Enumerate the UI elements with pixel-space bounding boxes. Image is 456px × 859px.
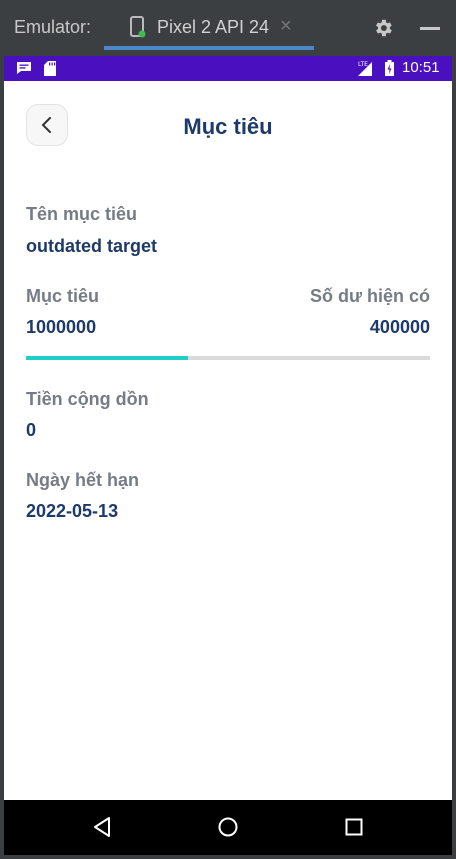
progress-fill — [26, 356, 188, 360]
nav-recent-icon[interactable] — [345, 818, 363, 836]
active-tab-indicator — [104, 46, 314, 50]
battery-charging-icon — [385, 60, 394, 76]
status-time: 10:51 — [402, 59, 440, 76]
emulator-device-tab[interactable]: Pixel 2 API 24 × — [104, 6, 314, 50]
target-amount-label: Mục tiêu — [26, 286, 100, 306]
emulator-tab-title: Pixel 2 API 24 — [157, 17, 270, 37]
emulator-toolbar: Emulator: Pixel 2 API 24 × — [0, 0, 456, 56]
status-bar: LTE 10:51 — [4, 56, 452, 81]
minimize-icon[interactable] — [420, 27, 440, 30]
lte-signal-icon: LTE — [358, 61, 372, 76]
sd-card-icon — [44, 61, 56, 76]
message-icon — [17, 62, 31, 74]
current-balance-value: 400000 — [369, 317, 430, 337]
device-screen: LTE 10:51 Mục tiêu Tên mục tiêu outdated… — [4, 56, 452, 855]
gear-icon[interactable] — [372, 17, 394, 39]
nav-home-icon[interactable] — [218, 816, 238, 838]
accumulated-value: 0 — [26, 420, 37, 440]
target-amount-value: 1000000 — [26, 317, 97, 337]
page-title: Mục tiêu — [183, 114, 273, 139]
accumulated-label: Tiền cộng dồn — [26, 389, 149, 409]
close-icon[interactable]: × — [280, 15, 292, 38]
current-balance-label: Số dư hiện có — [309, 286, 430, 306]
svg-text:LTE: LTE — [358, 61, 368, 68]
navigation-bar — [4, 800, 452, 855]
nav-back-icon[interactable] — [92, 816, 112, 838]
due-date-value: 2022-05-13 — [26, 501, 119, 521]
due-date-label: Ngày hết hạn — [26, 470, 140, 490]
target-name-value: outdated target — [26, 236, 158, 256]
emulator-label: Emulator: — [14, 17, 92, 37]
target-name-label: Tên mục tiêu — [26, 204, 138, 224]
savings-progress-bar — [26, 356, 430, 360]
device-icon — [130, 16, 146, 38]
app-header: Mục tiêu — [4, 81, 452, 171]
